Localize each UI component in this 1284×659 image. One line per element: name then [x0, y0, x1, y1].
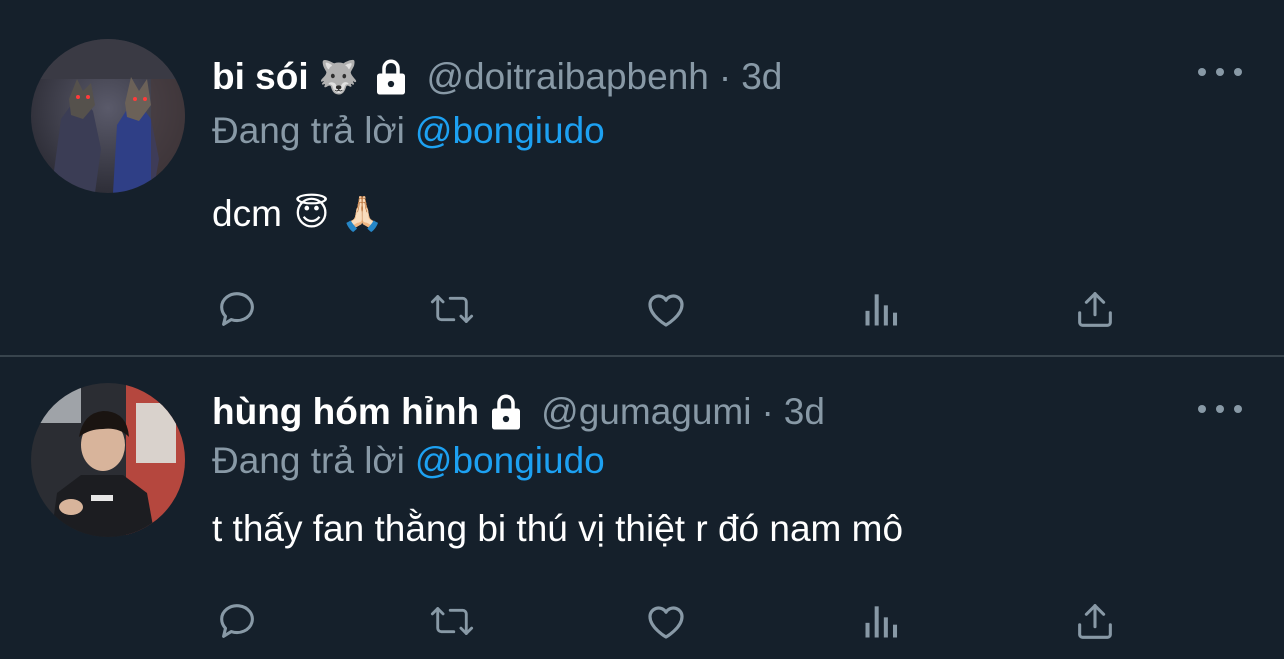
- dot: [1234, 68, 1242, 76]
- display-name[interactable]: hùng hóm hỉnh: [212, 391, 479, 433]
- timestamp[interactable]: 3d: [741, 56, 782, 98]
- analytics-icon[interactable]: [857, 284, 907, 334]
- tweet-header: bi sói 🐺 @doitraibapbenh · 3d: [212, 53, 782, 101]
- tweet-text: t thấy fan thằng bi thú vị thiệt r đó na…: [212, 508, 903, 550]
- tweet-divider: [0, 355, 1284, 357]
- avatar[interactable]: [31, 383, 185, 537]
- tweet-actions: [212, 596, 1132, 646]
- more-options-icon[interactable]: [1198, 62, 1242, 82]
- reply-icon[interactable]: [212, 284, 262, 334]
- handle[interactable]: @gumagumi: [541, 391, 751, 433]
- like-icon[interactable]: [641, 284, 691, 334]
- display-name[interactable]: bi sói: [212, 56, 309, 98]
- tweet-header: hùng hóm hỉnh @gumagumi · 3d: [212, 388, 825, 436]
- wolf-emoji: 🐺: [318, 59, 359, 95]
- more-options-icon[interactable]: [1198, 399, 1242, 419]
- avatar[interactable]: [31, 39, 185, 193]
- replying-target-link[interactable]: @bongiudo: [415, 440, 605, 481]
- dot: [1198, 405, 1206, 413]
- analytics-icon[interactable]: [857, 596, 907, 646]
- retweet-icon[interactable]: [427, 596, 477, 646]
- tweet[interactable]: bi sói 🐺 @doitraibapbenh · 3d Đang trả l…: [0, 0, 1284, 356]
- pray-emoji: 🙏🏻: [341, 195, 384, 233]
- separator: ·: [761, 391, 774, 432]
- tweet-text: dcm 😇 🙏🏻: [212, 193, 384, 235]
- replying-prefix: Đang trả lời: [212, 440, 405, 481]
- reply-icon[interactable]: [212, 596, 262, 646]
- tweet-text-content: dcm: [212, 193, 282, 234]
- lock-icon: [485, 391, 527, 433]
- dot: [1216, 405, 1224, 413]
- replying-target-link[interactable]: @bongiudo: [415, 110, 605, 151]
- like-icon[interactable]: [641, 596, 691, 646]
- replying-to: Đang trả lời @bongiudo: [212, 110, 605, 152]
- dot: [1234, 405, 1242, 413]
- lock-icon: [370, 56, 412, 98]
- retweet-icon[interactable]: [427, 284, 477, 334]
- replying-to: Đang trả lời @bongiudo: [212, 440, 605, 482]
- separator: ·: [718, 56, 732, 97]
- tweet-actions: [212, 284, 1132, 334]
- tweet-text-content: t thấy fan thằng bi thú vị thiệt r đó na…: [212, 508, 904, 549]
- replying-prefix: Đang trả lời: [212, 110, 405, 151]
- handle[interactable]: @doitraibapbenh: [426, 56, 708, 98]
- tweet[interactable]: hùng hóm hỉnh @gumagumi · 3d Đang trả lờ…: [0, 358, 1284, 659]
- share-icon[interactable]: [1070, 596, 1120, 646]
- dot: [1198, 68, 1206, 76]
- timestamp[interactable]: 3d: [784, 391, 825, 433]
- halo-emoji: 😇: [293, 195, 330, 233]
- dot: [1216, 68, 1224, 76]
- share-icon[interactable]: [1070, 284, 1120, 334]
